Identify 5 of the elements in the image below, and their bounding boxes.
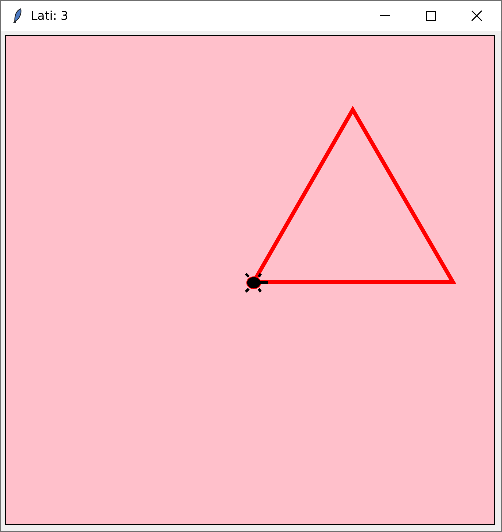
- turtle-icon: [244, 272, 268, 294]
- maximize-icon[interactable]: [425, 10, 437, 22]
- window-title: Lati: 3: [31, 9, 69, 23]
- feather-icon: [13, 8, 23, 24]
- close-icon[interactable]: [471, 10, 483, 22]
